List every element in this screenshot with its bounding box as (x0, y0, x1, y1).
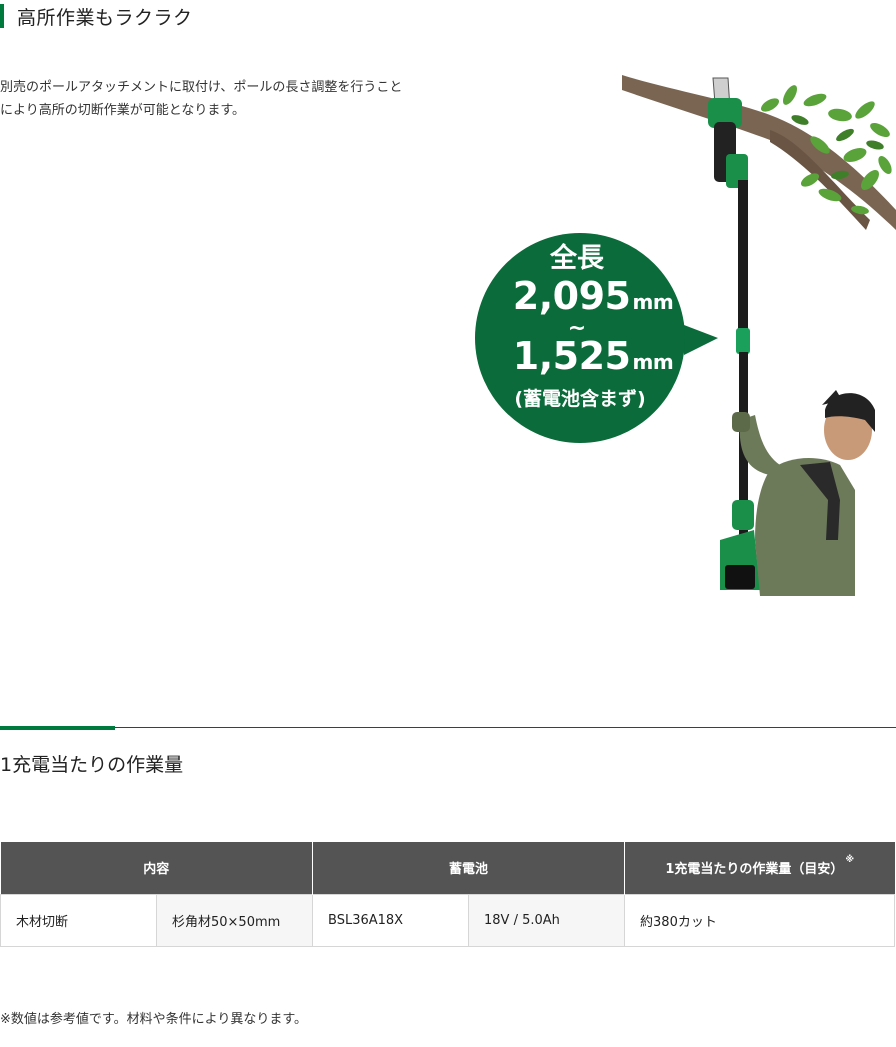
description-line-1: 別売のポールアタッチメントに取付け、ポールの長さ調整を行うこと (0, 80, 403, 95)
callout-note: (蓄電池含まず) (514, 388, 646, 410)
cell-battery-spec: 18V / 5.0Ah (468, 893, 626, 947)
page: 高所作業もラクラク 別売のポールアタッチメントに取付け、ポールの長さ調整を行うこ… (0, 0, 896, 1047)
cell-task: 木材切断 (0, 893, 157, 947)
header-workload-label: 1充電当たりの作業量（目安） (665, 862, 844, 878)
footnote: ※数値は参考値です。材料や条件により異なります。 (0, 1012, 308, 1027)
section-heading-high-work: 高所作業もラクラク (0, 4, 193, 29)
callout-unit-1: mm (632, 290, 674, 314)
callout-label: 全長 (550, 243, 604, 274)
description-line-2: により高所の切断作業が可能となります。 (0, 103, 246, 118)
callout-max-value: 2,095 (512, 274, 631, 318)
header-battery: 蓄電池 (312, 842, 626, 894)
table-header-row: 内容 蓄電池 1充電当たりの作業量（目安）※ (0, 842, 895, 894)
callout-min-value: 1,525 (512, 334, 631, 378)
table-row: 木材切断 杉角材50×50mm BSL36A18X 18V / 5.0Ah 約3… (0, 893, 896, 947)
cell-material: 杉角材50×50mm (155, 893, 314, 947)
header-workload: 1充電当たりの作業量（目安）※ (624, 842, 895, 894)
header-note-mark: ※ (845, 855, 855, 866)
callout-max-length: 2,095 mm (498, 274, 688, 318)
heading-accent-bar (0, 4, 4, 28)
divider-accent (0, 726, 115, 730)
cell-workload: 約380カット (624, 893, 896, 947)
section-divider (0, 727, 896, 728)
section-description: 別売のポールアタッチメントに取付け、ポールの長さ調整を行うこと により高所の切断… (0, 76, 440, 122)
workload-table: 内容 蓄電池 1充電当たりの作業量（目安）※ 木材切断 杉角材50×50mm B… (0, 842, 896, 947)
section-title: 高所作業もラクラク (17, 6, 193, 29)
pole-saw-illustration: 全長 2,095 mm ~ 1,525 mm (蓄電池含まず) (470, 70, 896, 600)
section-title-workload: 1充電当たりの作業量 (0, 754, 184, 776)
callout-unit-2: mm (632, 350, 674, 374)
callout-min-length: 1,525 mm (498, 334, 688, 378)
cell-battery-model: BSL36A18X (312, 893, 470, 947)
header-content: 内容 (0, 842, 314, 894)
